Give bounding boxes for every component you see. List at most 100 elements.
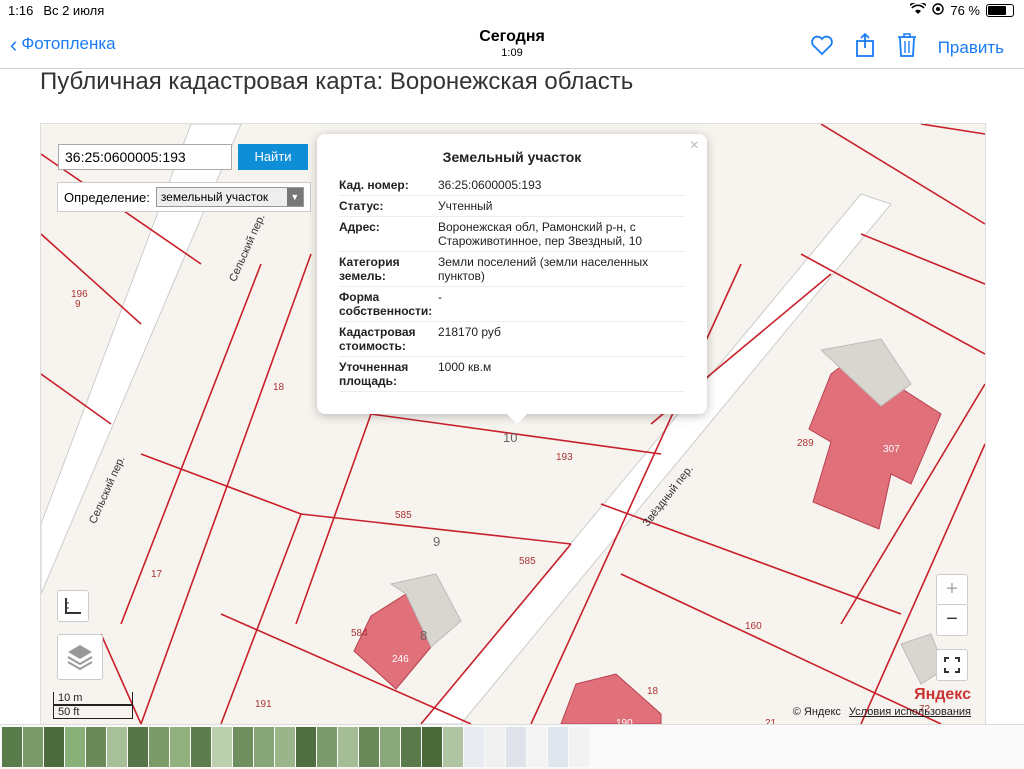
parcel-label: 8 — [420, 628, 428, 643]
photo-thumbnail[interactable] — [527, 727, 547, 767]
popup-row: Категория земель: Земли поселений (земли … — [339, 252, 685, 287]
zoom-in-button[interactable]: + — [936, 574, 968, 606]
popup-key: Кад. номер: — [339, 178, 409, 192]
terms-link[interactable]: Условия использования — [849, 706, 971, 718]
photo-thumbnail[interactable] — [233, 727, 253, 767]
popup-key: Адрес: — [339, 220, 380, 234]
photo-thumbnail[interactable] — [2, 727, 22, 767]
photo-thumbnail[interactable] — [380, 727, 400, 767]
close-icon[interactable]: × — [690, 137, 699, 155]
photo-thumbnail[interactable] — [464, 727, 484, 767]
battery-icon — [986, 4, 1014, 17]
photo-thumbnail[interactable] — [443, 727, 463, 767]
photo-thumbnail[interactable] — [296, 727, 316, 767]
popup-row: Статус: Учтенный — [339, 196, 685, 217]
dropdown-arrow-icon: ▼ — [286, 188, 303, 206]
map-credits: © Яндекс Условия использования — [793, 706, 971, 718]
building-190 — [560, 673, 662, 724]
wifi-icon — [909, 1, 927, 18]
zoom-out-button[interactable]: − — [936, 604, 968, 636]
popup-value: 1000 кв.м — [438, 360, 492, 374]
popup-key: Кадастровая стоимость: — [339, 325, 416, 353]
parcel-label: 307 — [883, 444, 900, 455]
popup-row: Форма собственности: - — [339, 287, 685, 322]
parcel-label: 17 — [151, 569, 163, 580]
location-icon — [932, 3, 945, 18]
parcel-info-popup: × Земельный участок Кад. номер: 36:25:060… — [317, 134, 707, 424]
popup-value: 36:25:0600005:193 — [438, 178, 542, 192]
layers-icon — [67, 645, 93, 671]
photo-thumbnail[interactable] — [86, 727, 106, 767]
photo-thumbnail[interactable] — [254, 727, 274, 767]
scale-metric: 10 m — [53, 692, 133, 705]
parcel-label: 160 — [745, 621, 762, 632]
yandex-logo: Яндекс — [914, 686, 971, 703]
popup-row: Адрес: Воронежская обл, Рамонский р-н, с … — [339, 217, 685, 252]
find-button[interactable]: Найти — [238, 144, 308, 170]
popup-key: Статус: — [339, 199, 384, 213]
scale-bar: 10 m 50 ft — [53, 692, 133, 719]
popup-value: Учтенный — [438, 199, 493, 213]
fullscreen-icon — [944, 657, 960, 673]
photo-thumbnail[interactable] — [359, 727, 379, 767]
parcel-label: 18 — [647, 686, 659, 697]
photo-thumbnail[interactable] — [422, 727, 442, 767]
photo-thumbnail[interactable] — [548, 727, 568, 767]
popup-row: Уточненная площадь: 1000 кв.м — [339, 357, 685, 392]
trash-icon[interactable] — [896, 32, 918, 63]
photo-thumbnail[interactable] — [191, 727, 211, 767]
photo-thumbnail[interactable] — [212, 727, 232, 767]
popup-value: Воронежская обл, Рамонский р-н, с Старож… — [438, 220, 643, 248]
parcel-label: 10 — [503, 430, 518, 445]
popup-row: Кадастровая стоимость: 218170 руб — [339, 322, 685, 357]
layers-button[interactable] — [57, 634, 103, 680]
parcel-label: 585 — [395, 510, 412, 521]
popup-value: - — [438, 290, 442, 304]
popup-value: 218170 руб — [438, 325, 501, 339]
parcel-label: 191 — [255, 699, 272, 710]
popup-title: Земельный участок — [442, 149, 582, 165]
photo-thumbnail[interactable] — [338, 727, 358, 767]
photo-thumbnail[interactable] — [317, 727, 337, 767]
photo-thumbnail[interactable] — [170, 727, 190, 767]
cadastral-map[interactable]: 196 9 18 193 10 585 9 585 17 584 246 8 1… — [40, 123, 986, 725]
parcel-label: 9 — [433, 534, 441, 549]
battery-percent: 76 % — [950, 3, 980, 18]
ruler-icon — [65, 598, 81, 614]
popup-row: Кад. номер: 36:25:0600005:193 — [339, 175, 685, 196]
popup-key: Уточненная площадь: — [339, 360, 409, 388]
definition-selected: земельный участок — [160, 190, 269, 204]
parcel-label: 584 — [351, 628, 368, 639]
nav-actions: Править — [810, 32, 1004, 63]
page-heading: Публичная кадастровая карта: Воронежская… — [40, 68, 634, 95]
definition-select[interactable]: земельный участок ▼ — [155, 187, 304, 207]
photo-thumbnail[interactable] — [65, 727, 85, 767]
popup-key: Категория земель: — [339, 255, 400, 283]
parcel-label: 246 — [392, 654, 409, 665]
photo-thumbnail[interactable] — [401, 727, 421, 767]
parcel-label: 289 — [797, 438, 814, 449]
fullscreen-button[interactable] — [936, 649, 968, 681]
photo-thumbnail[interactable] — [149, 727, 169, 767]
status-bar: 1:16 Вс 2 июля 76 % — [0, 0, 1024, 22]
photo-thumbnail[interactable] — [569, 727, 589, 767]
ruler-button[interactable] — [57, 590, 89, 622]
cadastral-number-input[interactable] — [58, 144, 232, 170]
heart-icon[interactable] — [810, 34, 834, 61]
photo-thumbnail[interactable] — [128, 727, 148, 767]
nav-bar: ‹ Фотопленка Сегодня 1:09 Править — [0, 22, 1024, 69]
photo-thumbnail[interactable] — [107, 727, 127, 767]
edit-button[interactable]: Править — [938, 38, 1004, 58]
photo-filmstrip[interactable] — [0, 724, 1024, 769]
parcel-label: 585 — [519, 556, 536, 567]
popup-key: Форма собственности: — [339, 290, 433, 318]
photo-thumbnail[interactable] — [485, 727, 505, 767]
photo-thumbnail[interactable] — [506, 727, 526, 767]
parcel-label: 9 — [75, 299, 81, 310]
photo-thumbnail[interactable] — [275, 727, 295, 767]
share-icon[interactable] — [854, 32, 876, 63]
photo-thumbnail[interactable] — [23, 727, 43, 767]
clock: 1:16 — [8, 3, 34, 18]
date: Вс 2 июля — [43, 3, 105, 18]
photo-thumbnail[interactable] — [44, 727, 64, 767]
